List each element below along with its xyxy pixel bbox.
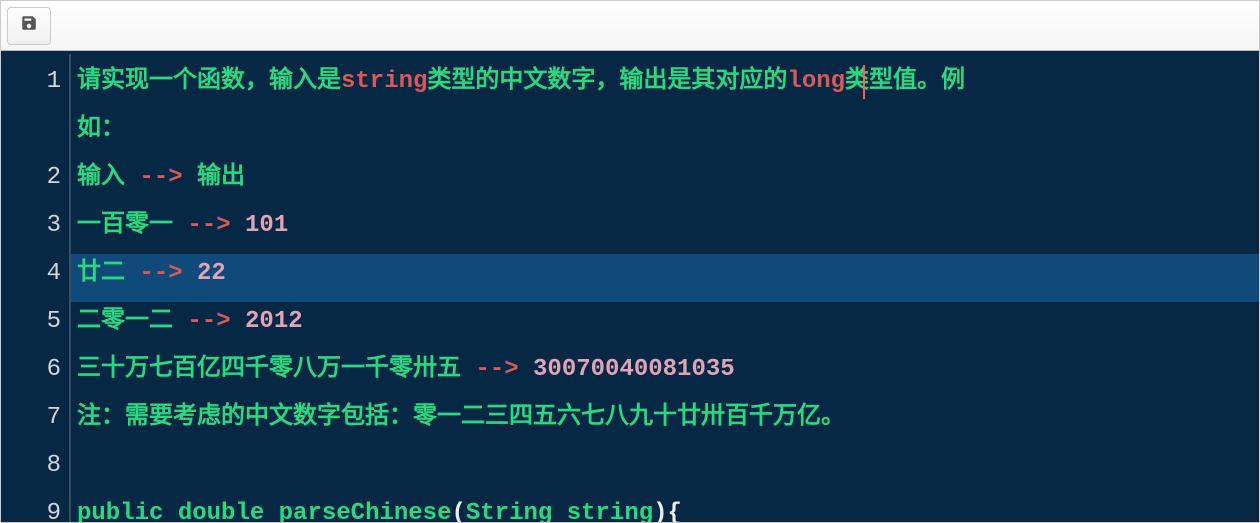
code-area[interactable]: 请实现一个函数，输入是string类型的中文数字，输出是其对应的long类型值。… <box>71 54 1259 522</box>
code-token: 30070040081035 <box>533 356 735 383</box>
code-token: 类型的中文数字，输出是其对应的 <box>427 68 787 95</box>
code-token: ( <box>451 500 465 522</box>
line-number: 2 <box>1 158 61 206</box>
code-token: 22 <box>197 260 226 287</box>
line-number: 7 <box>1 398 61 446</box>
code-token <box>231 308 245 335</box>
save-icon <box>20 14 38 37</box>
text-cursor <box>863 65 865 99</box>
line-number: 6 <box>1 350 61 398</box>
code-token: --> <box>187 308 230 335</box>
code-token: --> <box>139 164 182 191</box>
code-token <box>264 500 278 522</box>
code-line[interactable]: 输入 --> 输出 <box>71 158 1259 206</box>
code-token: --> <box>475 356 518 383</box>
code-token: String string <box>466 500 653 522</box>
code-token: double <box>178 500 264 522</box>
code-line[interactable]: 如： <box>71 110 1259 158</box>
code-line[interactable]: public double parseChinese(String string… <box>71 494 1259 522</box>
line-number: 1 <box>1 62 61 110</box>
code-editor[interactable]: 1 23456789 请实现一个函数，输入是string类型的中文数字，输出是其对… <box>1 51 1259 522</box>
line-number: 3 <box>1 206 61 254</box>
code-token <box>183 260 197 287</box>
code-token: 如： <box>77 116 125 143</box>
code-token: --> <box>187 212 230 239</box>
code-token: 101 <box>245 212 288 239</box>
code-line[interactable]: 三十万七百亿四千零八万一千零卅五 --> 30070040081035 <box>71 350 1259 398</box>
code-token: 输出 <box>183 164 245 191</box>
code-line[interactable]: 廿二 --> 22 <box>71 254 1259 302</box>
code-token: 一百零一 <box>77 212 187 239</box>
code-token: 请实现一个函数，输入是 <box>77 68 341 95</box>
code-token: 廿二 <box>77 260 139 287</box>
line-number: 5 <box>1 302 61 350</box>
code-line[interactable]: 二零一二 --> 2012 <box>71 302 1259 350</box>
line-number: 4 <box>1 254 61 302</box>
code-token: --> <box>139 260 182 287</box>
line-number: 8 <box>1 446 61 494</box>
code-token <box>163 500 177 522</box>
line-number <box>1 110 61 158</box>
code-line[interactable]: 一百零一 --> 101 <box>71 206 1259 254</box>
code-token: long <box>787 68 845 95</box>
code-token: 输入 <box>77 164 139 191</box>
toolbar <box>1 1 1259 51</box>
code-token: ) <box>653 500 667 522</box>
code-line[interactable]: 请实现一个函数，输入是string类型的中文数字，输出是其对应的long类型值。… <box>71 62 1259 110</box>
code-token: 二零一二 <box>77 308 187 335</box>
code-token: { <box>668 500 682 522</box>
save-button[interactable] <box>7 7 51 45</box>
code-token: string <box>341 68 427 95</box>
code-line[interactable]: 注：需要考虑的中文数字包括：零一二三四五六七八九十廿卅百千万亿。 <box>71 398 1259 446</box>
code-token: 三十万七百亿四千零八万一千零卅五 <box>77 356 475 383</box>
code-token <box>231 212 245 239</box>
editor-window: 1 23456789 请实现一个函数，输入是string类型的中文数字，输出是其对… <box>0 0 1260 523</box>
code-token: parseChinese <box>279 500 452 522</box>
code-token: 注：需要考虑的中文数字包括：零一二三四五六七八九十廿卅百千万亿。 <box>77 404 845 431</box>
line-number: 9 <box>1 494 61 522</box>
code-token: public <box>77 500 163 522</box>
code-token <box>519 356 533 383</box>
line-number-gutter: 1 23456789 <box>1 54 71 522</box>
code-token: 2012 <box>245 308 303 335</box>
code-line[interactable] <box>71 446 1259 494</box>
